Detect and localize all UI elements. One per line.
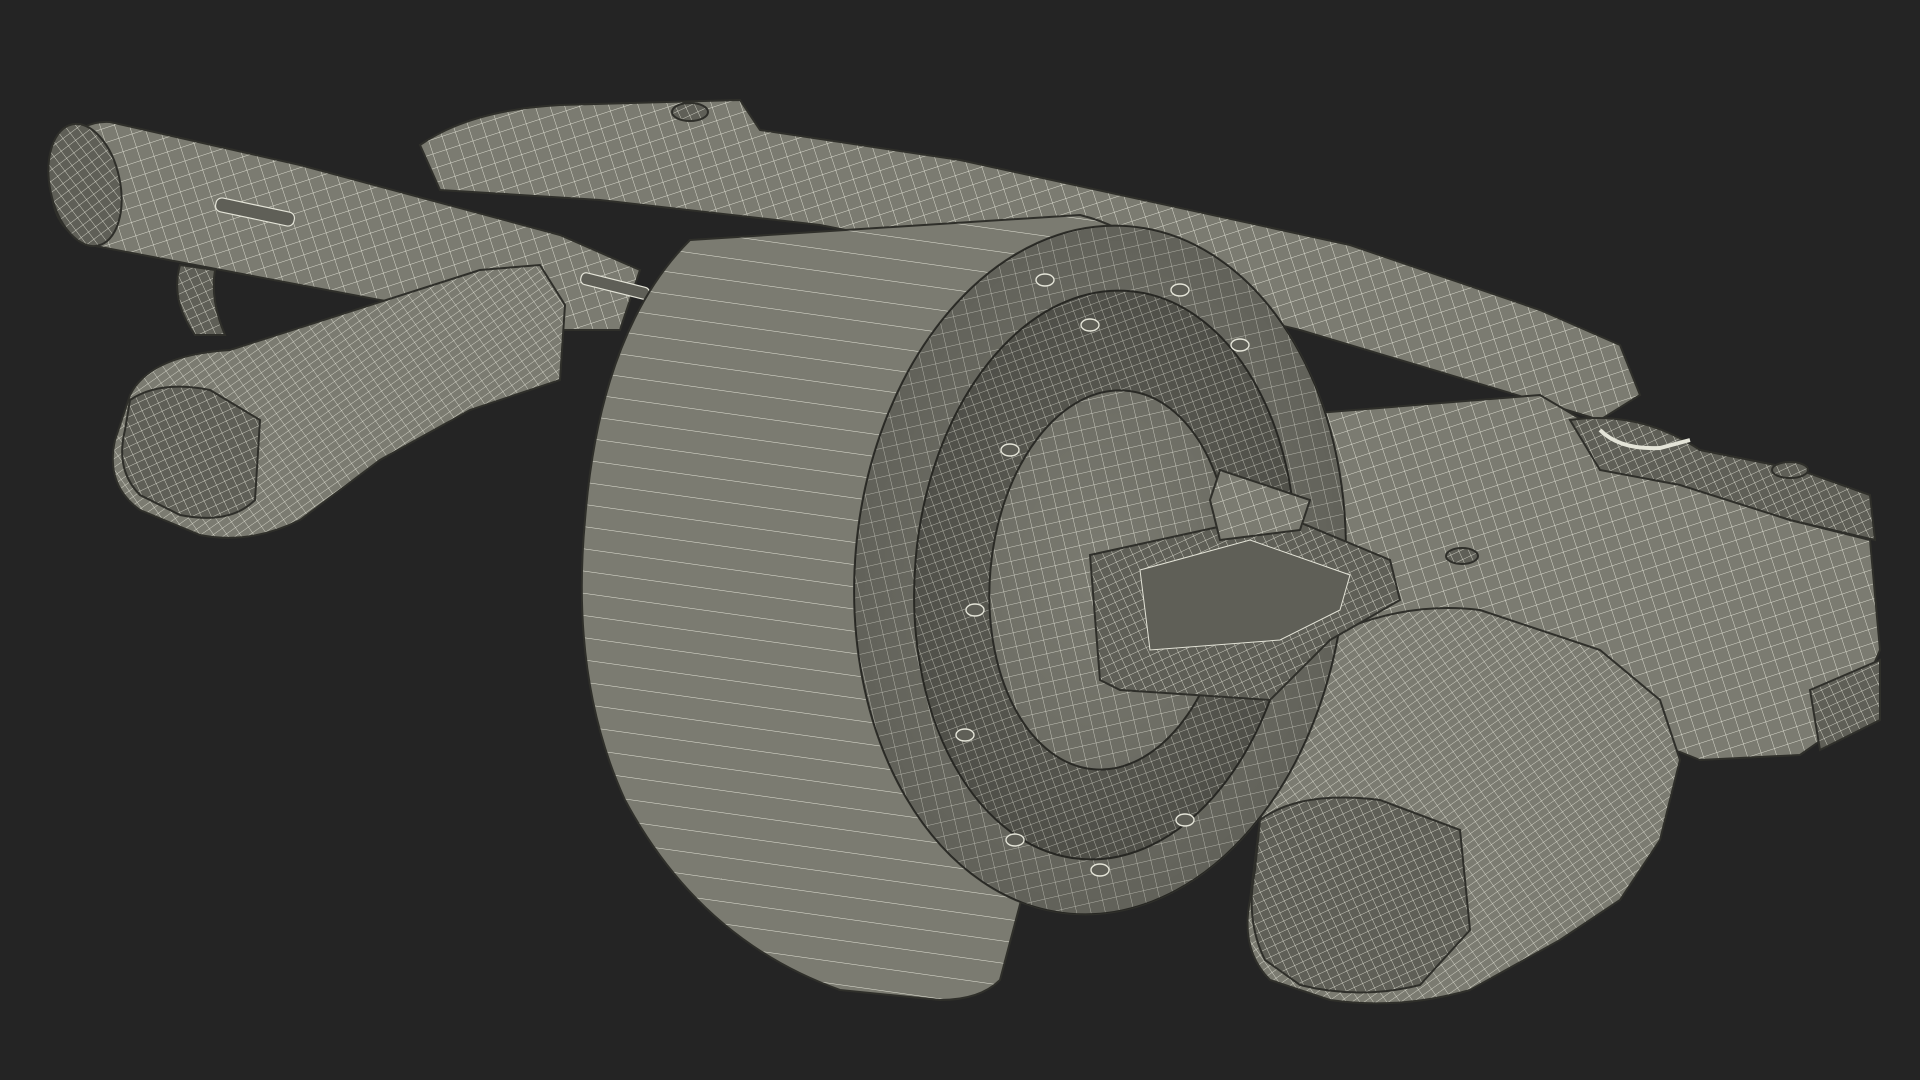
rail-screw-icon	[671, 102, 709, 122]
rear-screw-icon	[1771, 461, 1809, 479]
pivot-screw-icon	[1445, 547, 1479, 565]
viewport	[0, 0, 1920, 1080]
wireframe-render	[0, 0, 1920, 1080]
